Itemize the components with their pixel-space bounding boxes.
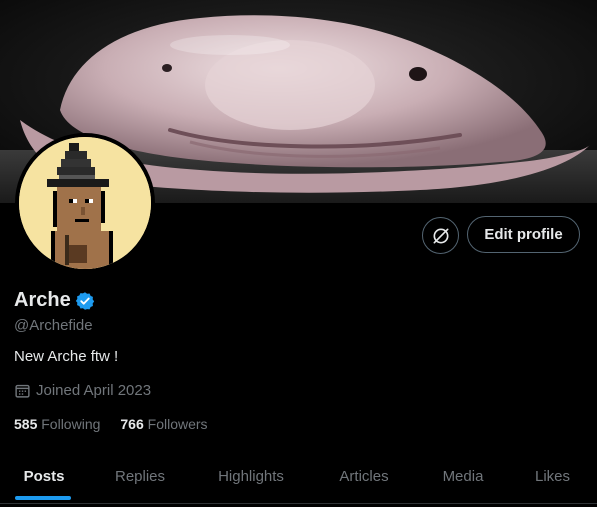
following-count: 585	[14, 416, 38, 432]
tab-articles[interactable]: Articles	[310, 448, 418, 504]
tab-media[interactable]: Media	[418, 448, 508, 504]
verified-badge-icon[interactable]	[75, 291, 95, 311]
display-name: Arche	[14, 289, 71, 311]
profile-bio: New Arche ftw !	[14, 348, 119, 365]
joined-date: Joined April 2023	[14, 382, 151, 399]
tab-highlights[interactable]: Highlights	[192, 448, 310, 504]
followers-link[interactable]: 766 Followers	[120, 416, 207, 432]
profile-avatar[interactable]	[15, 133, 155, 273]
joined-text: Joined April 2023	[36, 382, 152, 399]
name-row: Arche	[14, 289, 95, 312]
active-tab-indicator	[15, 496, 71, 500]
follow-stats: 585 Following 766 Followers	[14, 416, 208, 432]
unlink-button[interactable]	[422, 217, 459, 254]
followers-label: Followers	[147, 416, 208, 432]
edit-profile-button[interactable]: Edit profile	[467, 216, 580, 253]
user-handle: @Archefide	[14, 317, 93, 334]
following-link[interactable]: 585 Following	[14, 416, 100, 432]
following-label: Following	[41, 416, 101, 432]
followers-count: 766	[120, 416, 144, 432]
unlink-icon	[433, 228, 448, 243]
profile-tabs: Posts Replies Highlights Articles Media …	[0, 448, 597, 504]
calendar-icon	[15, 384, 30, 398]
avatar-image	[19, 137, 151, 269]
tab-replies[interactable]: Replies	[88, 448, 192, 504]
tab-likes[interactable]: Likes	[508, 448, 597, 504]
